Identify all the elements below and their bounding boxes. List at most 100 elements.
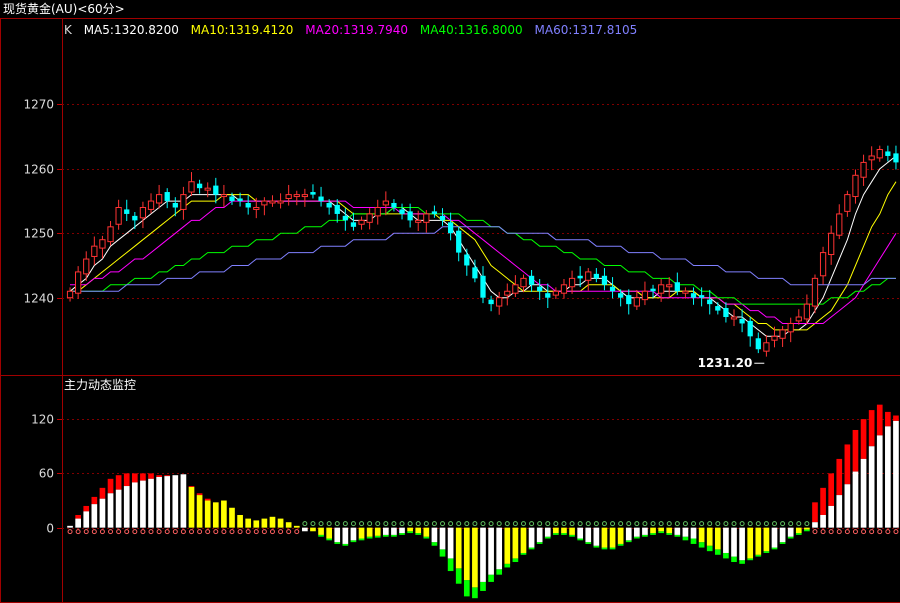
indicator-bar-green: [714, 549, 721, 555]
candle-body-up: [107, 226, 114, 243]
indicator-bar-main: [269, 516, 276, 528]
indicator-zero-marker: [820, 529, 826, 535]
indicator-bar-main: [229, 507, 235, 528]
candle-body-down: [334, 204, 340, 214]
chart-canvas[interactable]: 1240 1250 1260 1270 1231.20 0 60 120: [0, 0, 900, 603]
indicator-zero-marker: [626, 521, 632, 527]
indicator-zero-marker: [261, 529, 267, 535]
candle-body-up: [633, 297, 640, 307]
indicator-zero-marker: [666, 521, 672, 527]
candle-body-down: [480, 275, 486, 298]
indicator-zero-marker: [537, 521, 543, 527]
indicator-bar-main: [204, 500, 211, 528]
indicator-zero-marker: [780, 521, 786, 527]
candle-body-down: [537, 286, 543, 292]
indicator-bar-main: [885, 426, 891, 528]
indicator-tick-label: 0: [46, 522, 54, 536]
candle-body-up: [180, 194, 187, 210]
indicator-bar-main: [520, 527, 527, 553]
candle-body-down: [739, 318, 745, 324]
indicator-bar-main: [893, 420, 899, 528]
indicator-bar-main: [617, 527, 624, 544]
candle-body-down: [124, 209, 130, 214]
indicator-zero-marker: [650, 521, 656, 527]
indicator-bar-green: [536, 542, 543, 544]
indicator-zero-marker: [529, 521, 535, 527]
candle-body-down: [747, 320, 753, 337]
indicator-bar-green: [374, 535, 381, 538]
indicator-bar-main: [634, 527, 640, 537]
indicator-bar-main: [528, 527, 535, 548]
indicator-bar-green: [771, 547, 778, 550]
indicator-zero-marker: [140, 529, 146, 535]
indicator-bar-green: [617, 543, 624, 546]
indicator-bar-main: [285, 522, 292, 528]
indicator-bar-main: [91, 504, 98, 528]
indicator-zero-marker: [278, 529, 284, 535]
indicator-bar-main: [763, 527, 770, 552]
indicator-bar-green: [520, 552, 527, 555]
indicator-bars[interactable]: [67, 404, 899, 599]
indicator-zero-marker: [75, 529, 81, 535]
indicator-zero-marker: [229, 529, 235, 535]
indicator-bar-green: [318, 534, 324, 537]
candle-body-down: [690, 293, 697, 298]
indicator-bar-green: [804, 529, 810, 532]
indicator-bar-green: [415, 533, 422, 535]
ma-line-ma20: [70, 200, 897, 324]
indicator-bar-main: [67, 525, 73, 528]
indicator-zero-marker: [861, 529, 867, 535]
indicator-bar-main: [625, 527, 632, 541]
indicator-bar-red: [99, 487, 106, 499]
candle-body-up: [860, 161, 867, 178]
indicator-bar-main: [585, 527, 592, 543]
indicator-zero-marker: [731, 521, 737, 527]
candle-body-up: [568, 277, 576, 288]
indicator-zero-marker: [642, 521, 648, 527]
indicator-tick-label: 60: [39, 467, 54, 481]
indicator-bar-main: [383, 527, 389, 535]
low-price-annotation: 1231.20: [698, 356, 765, 370]
indicator-zero-marker: [399, 521, 405, 527]
indicator-bar-main: [407, 527, 413, 532]
indicator-bar-main: [601, 527, 608, 548]
indicator-zero-marker: [172, 529, 178, 535]
indicator-bar-main: [107, 493, 114, 528]
candle-body-up: [666, 284, 673, 288]
candle-body-down: [318, 196, 324, 202]
candle-body-up: [795, 316, 802, 322]
candle-body-up: [83, 258, 90, 275]
indicator-zero-marker: [836, 529, 842, 535]
candle-body-down: [618, 293, 624, 298]
indicator-zero-marker: [796, 521, 802, 527]
candle-body-up: [66, 290, 74, 299]
candle-body-down: [593, 273, 599, 279]
indicator-bar-main: [164, 476, 171, 528]
candle-body-up: [220, 194, 228, 198]
candle-body-down: [893, 153, 899, 163]
indicator-bar-red: [91, 496, 98, 505]
indicator-zero-marker: [116, 529, 122, 535]
candle-body-up: [261, 200, 268, 206]
indicator-zero-marker: [472, 521, 478, 527]
indicator-bar-main: [512, 527, 519, 559]
indicator-bar-green: [577, 538, 583, 541]
indicator-zero-marker: [245, 529, 251, 535]
indicator-bar-green: [723, 552, 729, 559]
indicator-bar-main: [115, 489, 122, 528]
indicator-bar-main: [75, 518, 81, 528]
indicator-bar-green: [795, 533, 802, 535]
indicator-bar-red: [148, 473, 154, 479]
price-tick-label: 1260: [23, 163, 54, 177]
indicator-bar-main: [261, 518, 268, 528]
indicator-bar-green: [553, 533, 559, 535]
indicator-bar-green: [544, 536, 551, 539]
candlesticks[interactable]: [66, 145, 899, 357]
indicator-zero-marker: [407, 521, 413, 527]
indicator-zero-marker: [213, 529, 219, 535]
candle-body-down: [601, 275, 608, 285]
indicator-bar-red: [844, 444, 851, 485]
indicator-bar-red: [107, 478, 114, 494]
candle-body-down: [885, 151, 891, 156]
indicator-bar-main: [820, 514, 826, 528]
